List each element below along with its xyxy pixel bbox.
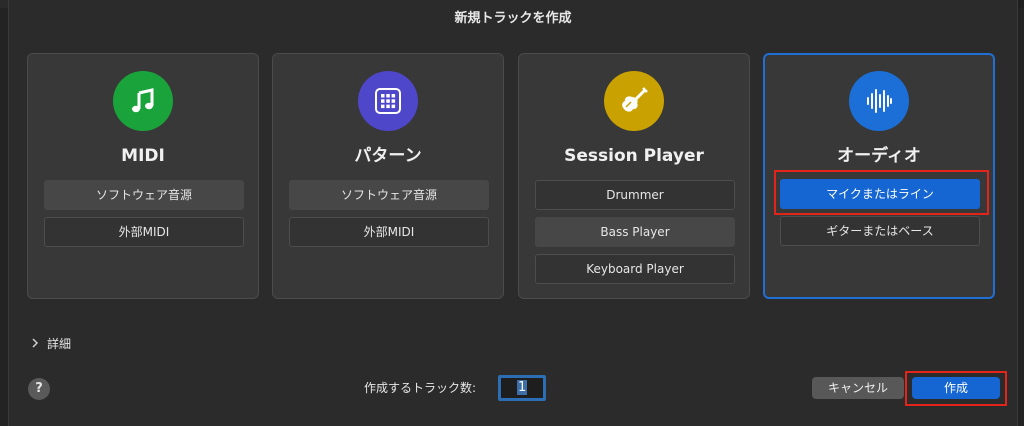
- track-count-field[interactable]: 1: [498, 375, 546, 401]
- card-midi[interactable]: MIDI ソフトウェア音源 外部MIDI: [27, 53, 259, 299]
- music-note-icon: [113, 71, 173, 131]
- option-bass-player[interactable]: Bass Player: [535, 217, 735, 247]
- option-external-midi-pattern[interactable]: 外部MIDI: [289, 217, 489, 247]
- option-guitar-or-bass[interactable]: ギターまたはベース: [780, 216, 980, 246]
- details-label: 詳細: [47, 337, 72, 351]
- grid-pad-icon: [358, 71, 418, 131]
- card-session-player[interactable]: Session Player Drummer Bass Player Keybo…: [518, 53, 750, 299]
- guitar-icon: [604, 71, 664, 131]
- option-drummer[interactable]: Drummer: [535, 180, 735, 210]
- card-pattern[interactable]: パターン ソフトウェア音源 外部MIDI: [272, 53, 504, 299]
- option-external-midi[interactable]: 外部MIDI: [44, 217, 244, 247]
- details-disclosure[interactable]: 詳細: [31, 335, 71, 352]
- highlight-create-button: [905, 371, 1007, 406]
- option-keyboard-player[interactable]: Keyboard Player: [535, 254, 735, 284]
- option-software-instrument-pattern[interactable]: ソフトウェア音源: [289, 180, 489, 210]
- new-track-dialog: 新規トラックを作成 MIDI ソフトウェア音源 外部MIDI パターン ソフトウ…: [8, 0, 1018, 426]
- help-button[interactable]: ?: [28, 378, 50, 400]
- waveform-icon: [849, 71, 909, 131]
- dialog-title: 新規トラックを作成: [454, 11, 572, 26]
- track-count-label: 作成するトラック数:: [364, 381, 477, 395]
- chevron-right-icon: [31, 337, 39, 351]
- option-software-instrument-midi[interactable]: ソフトウェア音源: [44, 180, 244, 210]
- cancel-button[interactable]: キャンセル: [812, 377, 904, 399]
- track-count-value: 1: [517, 380, 528, 395]
- highlight-mic-or-line: [774, 170, 989, 215]
- card-title-midi: MIDI: [121, 146, 165, 166]
- card-title-pattern: パターン: [354, 146, 422, 166]
- card-title-audio: オーディオ: [837, 146, 921, 166]
- card-title-session-player: Session Player: [564, 146, 704, 166]
